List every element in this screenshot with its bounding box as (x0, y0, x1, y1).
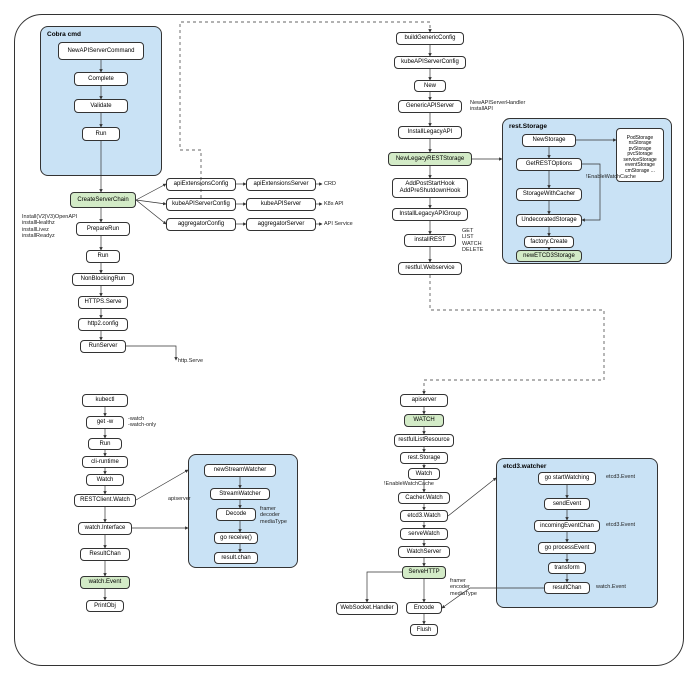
node-install-rest: installREST (404, 234, 456, 247)
node-etcd3-watch: etcd3.Watch (400, 510, 448, 522)
node-undecorated-storage: UndecoratedStorage (516, 214, 582, 227)
node-serve-watch: serveWatch (400, 528, 448, 540)
label-enable-watch-cache1: !EnableWatchCache (586, 174, 636, 180)
label-install-openapi: Install(V2|V3)OpenAPI installHealthz ins… (22, 214, 77, 239)
node-rest-storage: rest.Storage (400, 452, 448, 464)
node-run-server: RunServer (80, 340, 126, 353)
node-result-chan-stream: result.chan (214, 552, 258, 564)
label-watch-only: -watch -watch-only (128, 416, 156, 429)
label-watch-event: watch.Event (596, 584, 626, 590)
node-run1: Run (82, 127, 120, 141)
node-serve-http: ServeHTTP (402, 566, 446, 579)
node-decode: Decode (216, 508, 256, 521)
node-watch-server: WatchServer (398, 546, 450, 558)
label-apiserver: apiserver (168, 496, 191, 502)
node-new-etcd3-storage: newETCD3Storage (516, 250, 582, 262)
label-http-serve: http.Serve (178, 358, 203, 364)
node-encode: Encode (406, 602, 442, 614)
node-kubectl: kubectl (82, 394, 128, 407)
node-stream-watcher: StreamWatcher (210, 488, 270, 500)
node-incoming-event-chan: incomingEventChan (534, 520, 600, 532)
node-http2-config: http2.config (78, 318, 128, 331)
node-install-legacy-group: InstallLegacyAPIGroup (392, 208, 468, 221)
node-create-server-chain: CreateServerChain (70, 192, 136, 208)
node-flush: Flush (410, 624, 438, 636)
label-k8s-api: K8s API (324, 201, 344, 207)
node-run3: Run (88, 438, 122, 450)
node-rest-client-watch: RESTClient.Watch (74, 494, 136, 507)
node-kube-server: kubeAPIServer (246, 198, 316, 211)
node-complete: Complete (74, 72, 128, 86)
node-factory-create: factory.Create (524, 236, 574, 248)
node-build-generic: buildGenericConfig (396, 32, 464, 45)
node-api-ext-server: apiExtensionsServer (246, 178, 316, 191)
node-watch-cli: Watch (86, 474, 124, 486)
node-generic-api-server: GenericAPIServer (398, 100, 462, 113)
node-restful-list: restfulListResource (394, 434, 454, 447)
node-kube-api-server-config: kubeAPIServerConfig (394, 56, 466, 69)
node-https-serve: HTTPS.Serve (78, 296, 128, 309)
node-get-w: get -w (86, 416, 124, 429)
group-etcd-watcher-title: etcd3.watcher (503, 463, 546, 470)
node-agg-config: aggregatorConfig (166, 218, 236, 231)
label-etcd3-event2: etcd3.Event (606, 474, 635, 480)
node-new-storage: NewStorage (522, 134, 576, 147)
node-non-blocking-run: NonBlockingRun (72, 273, 134, 286)
node-new-api-server-command: NewAPIServerCommand (58, 42, 144, 60)
node-kube-config: kubeAPIServerConfig (166, 198, 236, 211)
label-etcd3-event: etcd3.Event (606, 522, 635, 528)
node-prepare-run: PrepareRun (76, 222, 130, 236)
node-cli-runtime: cli-runtime (82, 456, 128, 468)
node-watch-srv: Watch (408, 468, 440, 480)
node-new-generic: New (414, 80, 446, 92)
node-watch-event-cli: watch.Event (80, 576, 130, 589)
node-apiserver-bottom: apiserver (400, 394, 448, 407)
label-enable-watch-cache2: !EnableWatchCache (384, 481, 434, 487)
group-cobra-title: Cobra cmd (47, 31, 81, 38)
label-verbs: GET LIST WATCH DELETE (462, 228, 483, 253)
label-crd: CRD (324, 181, 336, 187)
node-send-event: sendEvent (544, 498, 590, 510)
node-install-legacy-api: InstallLegacyAPI (398, 126, 462, 139)
node-go-receive: go receive() (214, 532, 258, 544)
node-get-rest-options: GetRESTOptions (516, 158, 582, 171)
node-validate: Validate (74, 99, 128, 113)
node-watch-api: WATCH (404, 414, 444, 427)
node-print-obj: PrintObj (86, 600, 124, 612)
node-result-chan-etcd: resultChan (544, 582, 590, 594)
node-new-legacy-rest: NewLegacyRESTStorage (388, 152, 472, 166)
label-framer: framer decoder mediaType (260, 506, 287, 525)
node-new-stream-watcher: newStreamWatcher (204, 464, 276, 477)
node-websocket-handler: WebSocket.Handler (336, 602, 398, 615)
label-framer-encoder: framer encoder mediaType (450, 578, 477, 597)
node-cacher-watch: Cacher.Watch (398, 492, 450, 504)
node-run2: Run (86, 250, 120, 263)
label-api-service: API Service (324, 221, 353, 227)
node-storage-with-cacher: StorageWithCacher (516, 188, 582, 201)
node-restful-ws: restful.Webservice (398, 262, 462, 275)
node-agg-server: aggregatorServer (246, 218, 316, 231)
node-go-start-watching: go startWatching (538, 472, 596, 485)
node-api-ext-config: apiExtensionsConfig (166, 178, 236, 191)
node-add-post-start: AddPostStartHook AddPreShutdownHook (392, 178, 468, 198)
node-go-process-event: go processEvent (538, 542, 596, 554)
node-transform: transform (548, 562, 586, 574)
group-rest-storage-title: rest.Storage (509, 123, 547, 130)
label-new-api-server-handler: NewAPIServerHandler installAPI (470, 100, 525, 113)
node-watch-interface: watch.Interface (78, 522, 132, 535)
node-result-chan-cli: ResultChan (80, 548, 130, 561)
